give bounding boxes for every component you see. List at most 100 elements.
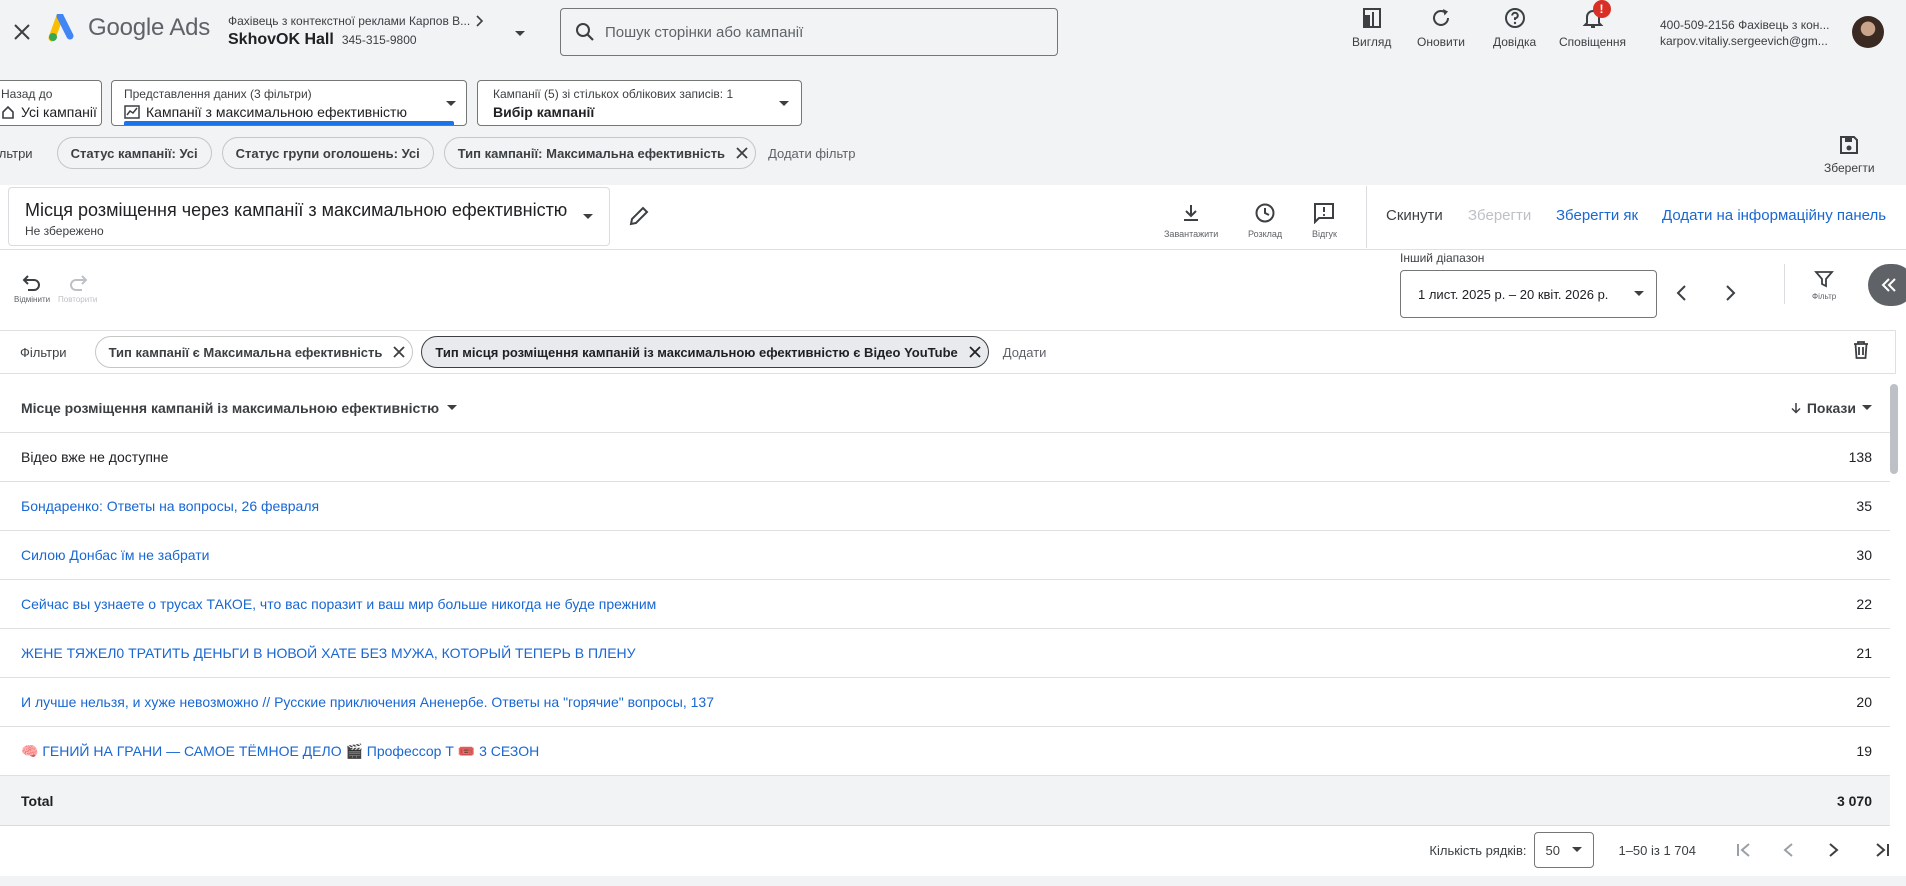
back-label: Назад до bbox=[1, 87, 53, 101]
notification-badge: ! bbox=[1592, 0, 1611, 18]
campaign-type-filter-chip[interactable]: Тип кампанії є Максимальна ефективність bbox=[94, 336, 414, 368]
chevron-left-icon bbox=[1676, 285, 1686, 301]
logo-text: Google Ads bbox=[88, 14, 211, 41]
adgroup-status-chip[interactable]: Статус групи оголошень: Усі bbox=[221, 137, 434, 169]
impressions-value: 22 bbox=[1856, 596, 1872, 612]
table-scrollbar[interactable] bbox=[1890, 384, 1898, 474]
placement-type-filter-chip[interactable]: Тип місця розміщення кампаній із максима… bbox=[421, 336, 989, 368]
dataview-label: Представлення даних (3 фільтри) bbox=[124, 87, 312, 101]
pagination: Кількість рядків: 50 1–50 із 1 704 bbox=[0, 825, 1896, 875]
total-value: 3 070 bbox=[1836, 792, 1872, 809]
schedule-label: Розклад bbox=[1248, 229, 1283, 239]
view-label: Вигляд bbox=[1352, 35, 1392, 49]
table-header: Місце розміщення кампаній із максимально… bbox=[0, 384, 1890, 433]
feedback-button[interactable]: Відгук bbox=[1312, 202, 1337, 239]
account-switcher[interactable]: Фахівець з контекстної реклами Карпов В.… bbox=[228, 14, 484, 49]
report-title-selector[interactable]: Місця розміщення через кампанії з максим… bbox=[8, 187, 610, 246]
placement-link[interactable]: Бондаренко: Ответы на вопросы, 26 феврал… bbox=[21, 498, 319, 514]
table-row: 🧠 ГЕНИЙ НА ГРАНИ — САМОЕ ТЁМНОЕ ДЕЛО 🎬 П… bbox=[0, 727, 1890, 776]
account-parent: Фахівець з контекстної реклами Карпов В.… bbox=[228, 14, 471, 28]
placement-link[interactable]: Силою Донбас їм не забрати bbox=[21, 547, 210, 563]
add-to-dashboard-button[interactable]: Додати на інформаційну панель bbox=[1662, 207, 1886, 224]
account-id: 345-315-9800 bbox=[341, 33, 417, 47]
collapse-panel-button[interactable] bbox=[1868, 264, 1906, 306]
previous-page-button[interactable] bbox=[1782, 842, 1794, 858]
chip-label: Статус групи оголошень: Усі bbox=[235, 145, 420, 161]
undo-button[interactable]: Відмінити bbox=[14, 272, 50, 304]
download-icon bbox=[1184, 205, 1199, 221]
report-title: Місця розміщення через кампанії з максим… bbox=[25, 200, 568, 220]
back-to-all-campaigns[interactable]: Назад до Усі кампанії bbox=[0, 80, 102, 126]
clock-icon bbox=[1255, 203, 1275, 223]
trash-icon bbox=[1854, 341, 1868, 359]
next-page-button[interactable] bbox=[1828, 842, 1840, 858]
save-button[interactable]: Зберегти bbox=[1468, 207, 1531, 224]
google-ads-logo[interactable]: Google Ads bbox=[48, 14, 210, 42]
help-label: Довідка bbox=[1493, 35, 1537, 49]
close-icon bbox=[14, 24, 30, 40]
refresh-button[interactable]: Оновити bbox=[1417, 6, 1465, 49]
account-dropdown-button[interactable] bbox=[514, 30, 526, 38]
campaign-status-chip[interactable]: Статус кампанії: Усі bbox=[56, 137, 212, 169]
redo-button[interactable]: Повторити bbox=[58, 272, 97, 304]
filter-button[interactable]: Фільтр bbox=[1812, 269, 1836, 301]
campaigns-label: Кампанії (5) зі стількох облікових запис… bbox=[493, 87, 734, 101]
divider bbox=[0, 249, 1906, 250]
next-period-button[interactable] bbox=[1722, 284, 1738, 302]
impressions-column-header[interactable]: Покази bbox=[1791, 400, 1872, 416]
schedule-button[interactable]: Розклад bbox=[1248, 202, 1282, 239]
chevron-left-icon bbox=[1783, 843, 1793, 857]
date-range-picker[interactable]: 1 лист. 2025 р. – 20 квіт. 2026 р. bbox=[1400, 270, 1657, 318]
campaign-selector[interactable]: Кампанії (5) зі стількох облікових запис… bbox=[477, 80, 802, 126]
table-row: ЖЕНЕ ТЯЖЕЛ0 ТРАТИТЬ ДЕНЬГИ В НОВОЙ ХАТЕ … bbox=[0, 629, 1890, 678]
help-icon bbox=[1504, 8, 1525, 28]
avatar[interactable] bbox=[1852, 16, 1884, 48]
last-page-button[interactable] bbox=[1874, 842, 1890, 858]
rows-per-page-select[interactable]: 50 bbox=[1534, 832, 1595, 868]
notifications-button[interactable]: ! Сповіщення bbox=[1559, 0, 1626, 49]
previous-period-button[interactable] bbox=[1674, 284, 1690, 302]
table-row: Бондаренко: Ответы на вопросы, 26 феврал… bbox=[0, 482, 1890, 531]
total-label: Total bbox=[21, 792, 54, 809]
edit-title-button[interactable] bbox=[628, 205, 650, 227]
impressions-value: 30 bbox=[1856, 547, 1872, 563]
view-icon bbox=[1362, 8, 1381, 28]
close-icon[interactable] bbox=[392, 345, 406, 359]
save-as-button[interactable]: Зберегти як bbox=[1556, 207, 1638, 224]
user-line1: 400-509-2156 Фахівець з кон... bbox=[1660, 18, 1830, 32]
home-icon bbox=[2, 105, 14, 119]
add-filter-link[interactable]: Додати bbox=[1003, 345, 1047, 360]
caret-down-icon bbox=[447, 405, 458, 410]
placement-link[interactable]: 🧠 ГЕНИЙ НА ГРАНИ — САМОЕ ТЁМНОЕ ДЕЛО 🎬 П… bbox=[21, 743, 539, 760]
close-icon[interactable] bbox=[968, 345, 982, 359]
clear-filters-button[interactable] bbox=[1852, 340, 1870, 360]
close-icon[interactable] bbox=[735, 146, 749, 160]
save-view-button[interactable]: Зберегти bbox=[1824, 135, 1875, 175]
download-button[interactable]: Завантажити bbox=[1164, 202, 1218, 239]
page-range: 1–50 із 1 704 bbox=[1618, 842, 1696, 858]
impressions-value: 21 bbox=[1856, 645, 1872, 661]
data-view-selector[interactable]: Представлення даних (3 фільтри) Кампанії… bbox=[111, 80, 467, 126]
view-button[interactable]: Вигляд bbox=[1352, 6, 1391, 49]
campaign-type-chip[interactable]: Тип кампанії: Максимальна ефективність bbox=[443, 137, 757, 169]
chevron-right-icon bbox=[1726, 285, 1736, 301]
search-input[interactable] bbox=[605, 23, 1025, 41]
placement-link[interactable]: Сейчас вы узнаете о трусах ТАКОЕ, что ва… bbox=[21, 596, 656, 612]
help-button[interactable]: Довідка bbox=[1493, 6, 1536, 49]
rows-per-page-value: 50 bbox=[1545, 842, 1560, 858]
placement-link[interactable]: И лучше нельзя, и хуже невозможно // Рус… bbox=[21, 694, 714, 710]
reset-button[interactable]: Скинути bbox=[1386, 207, 1443, 224]
impressions-value: 20 bbox=[1856, 694, 1872, 710]
refresh-icon bbox=[1433, 9, 1449, 26]
add-filter-link[interactable]: Додати фільтр bbox=[768, 146, 855, 161]
user-account-info[interactable]: 400-509-2156 Фахівець з кон... karpov.vi… bbox=[1660, 17, 1829, 49]
close-button[interactable] bbox=[8, 18, 36, 46]
placement-link[interactable]: ЖЕНЕ ТЯЖЕЛ0 ТРАТИТЬ ДЕНЬГИ В НОВОЙ ХАТЕ … bbox=[21, 645, 636, 661]
caret-down-icon bbox=[515, 31, 525, 36]
column-header-label: Місце розміщення кампаній із максимально… bbox=[21, 400, 440, 416]
user-email: karpov.vitaliy.sergeevich@gm... bbox=[1660, 34, 1828, 48]
first-page-button[interactable] bbox=[1736, 842, 1752, 858]
impressions-value: 138 bbox=[1848, 449, 1872, 465]
placement-column-header[interactable]: Місце розміщення кампаній із максимально… bbox=[21, 400, 458, 416]
search-box[interactable] bbox=[560, 8, 1058, 56]
